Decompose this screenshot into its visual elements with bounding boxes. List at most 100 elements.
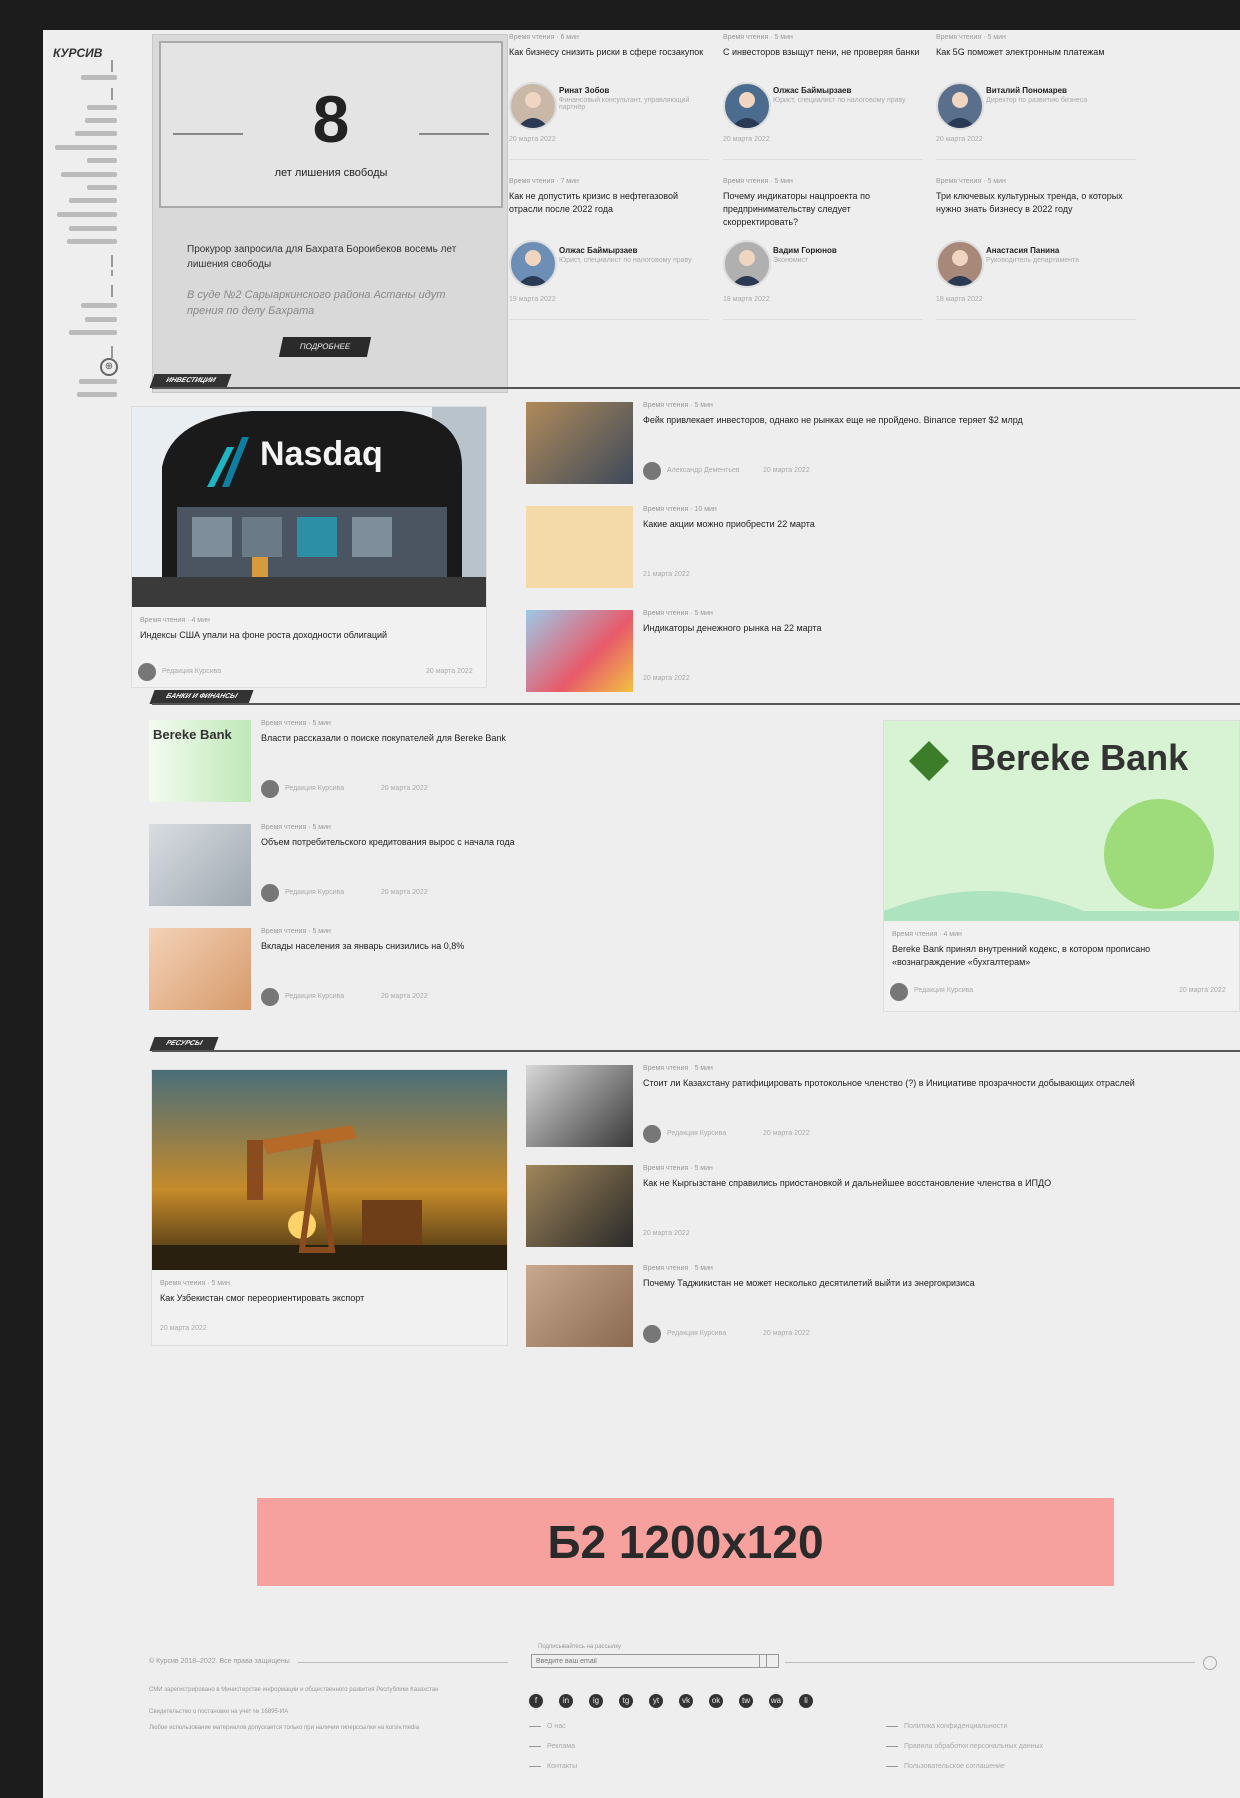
sidebar-item[interactable] [87, 105, 117, 110]
list-item[interactable]: Время чтения · 5 мин Почему Таджикистан … [526, 1265, 1166, 1359]
card-author[interactable]: Редакция Курсива [667, 1130, 726, 1137]
subscribe-button[interactable] [759, 1654, 779, 1668]
sidebar-item[interactable] [77, 392, 117, 397]
card-title[interactable]: Объем потребительского кредитования выро… [261, 836, 759, 849]
card-author[interactable]: Редакция Курсива [667, 1330, 726, 1337]
author-name[interactable]: Виталий Пономарев [986, 86, 1067, 95]
card-author[interactable]: Редакция Курсива [162, 668, 221, 675]
card-title[interactable]: Власти рассказали о поиске покупателей д… [261, 732, 759, 745]
opinion-card[interactable]: Время чтения · 7 мин Как не допустить кр… [509, 178, 709, 320]
sidebar-logo[interactable]: КУРСИВ [53, 46, 102, 60]
card-title[interactable]: Фейк привлекает инвесторов, однако не ры… [643, 414, 1136, 427]
list-item[interactable]: Время чтения · 5 мин Власти рассказали о… [149, 720, 789, 818]
social-icon[interactable]: ok [709, 1694, 723, 1708]
footer-link[interactable]: Контакты [529, 1763, 577, 1770]
list-thumb [526, 506, 633, 588]
list-item[interactable]: Время чтения · 5 мин Фейк привлекает инв… [526, 402, 1166, 500]
sidebar-item[interactable] [87, 158, 117, 163]
card-title[interactable]: Вклады населения за январь снизились на … [261, 940, 759, 953]
sidebar-item[interactable] [69, 198, 117, 203]
sidebar-item[interactable] [81, 75, 117, 80]
card-title[interactable]: Как Узбекистан смог переориентировать эк… [160, 1292, 460, 1305]
social-icon[interactable]: f [529, 1694, 543, 1708]
sidebar-item[interactable] [85, 118, 117, 123]
footer-link[interactable]: Правила обработки персональных данных [886, 1743, 1043, 1750]
card-title[interactable]: Как 5G поможет электронным платежам [936, 46, 1136, 59]
card-title[interactable]: Стоит ли Казахстану ратифицировать прото… [643, 1077, 1136, 1090]
card-title[interactable]: Почему Таджикистан не может несколько де… [643, 1277, 1136, 1290]
promo-subtitle: лет лишения свободы [274, 167, 388, 179]
list-item[interactable]: Время чтения · 5 мин Как не Кыргызстане … [526, 1165, 1166, 1259]
sidebar-item[interactable] [69, 226, 117, 231]
author-name[interactable]: Олжас Баймырзаев [559, 246, 637, 255]
author-name[interactable]: Анастасия Панина [986, 246, 1059, 255]
card-title[interactable]: Bereke Bank принял внутренний кодекс, в … [892, 943, 1212, 969]
social-icon[interactable]: li [799, 1694, 813, 1708]
opinion-card[interactable]: Время чтения · 5 мин Как 5G поможет элек… [936, 34, 1136, 164]
bereke-thumb-text: Bereke Bank [153, 727, 232, 742]
card-title[interactable]: Какие акции можно приобрести 22 марта [643, 518, 1136, 531]
sidebar-item[interactable] [81, 303, 117, 308]
card-title[interactable]: Как бизнесу снизить риски в сфере госзак… [509, 46, 709, 59]
sidebar-item[interactable] [61, 172, 117, 177]
sidebar-item[interactable] [79, 379, 117, 384]
sidebar-item[interactable] [69, 330, 117, 335]
sidebar-item[interactable] [75, 131, 117, 136]
sidebar-item[interactable] [57, 212, 117, 217]
sidebar-item[interactable] [87, 185, 117, 190]
social-icon[interactable]: wa [769, 1694, 783, 1708]
author-avatar [936, 240, 984, 288]
card-title[interactable]: Три ключевых культурных тренда, о которы… [936, 190, 1136, 216]
card-title[interactable]: С инвесторов взыщут пени, не проверяя ба… [723, 46, 923, 59]
social-icon[interactable]: ig [589, 1694, 603, 1708]
opinion-card[interactable]: Время чтения · 6 мин Как бизнесу снизить… [509, 34, 709, 164]
sidebar-item[interactable] [85, 317, 117, 322]
card-title[interactable]: Почему индикаторы нацпроекта по предприн… [723, 190, 923, 229]
list-item[interactable]: Время чтения · 10 мин Какие акции можно … [526, 506, 1166, 604]
list-item[interactable]: Время чтения · 5 мин Стоит ли Казахстану… [526, 1065, 1166, 1159]
ad-banner[interactable]: Б2 1200x120 [257, 1498, 1114, 1586]
list-item[interactable]: Время чтения · 5 мин Объем потребительск… [149, 824, 789, 922]
social-icon[interactable]: tg [619, 1694, 633, 1708]
card-title[interactable]: Индексы США упали на фоне роста доходнос… [140, 629, 440, 642]
card-author[interactable]: Редакция Курсива [285, 785, 344, 792]
subscribe-email-input[interactable] [531, 1654, 767, 1668]
author-name[interactable]: Олжас Баймырзаев [773, 86, 851, 95]
card-author[interactable]: Редакция Курсива [914, 987, 973, 994]
resources-main-card[interactable]: Время чтения · 5 мин Как Узбекистан смог… [151, 1069, 508, 1346]
author-name[interactable]: Вадим Горюнов [773, 246, 837, 255]
globe-icon[interactable]: ⊕ [100, 358, 118, 376]
promo-more-button[interactable]: ПОДРОБНЕЕ [278, 337, 372, 357]
card-title[interactable]: Индикаторы денежного рынка на 22 марта [643, 622, 1136, 635]
promo-block[interactable]: 8 лет лишения свободы Прокурор запросила… [152, 34, 508, 393]
section-tab[interactable]: ИНВЕСТИЦИИ [149, 374, 232, 388]
card-author[interactable]: Александр Дементьев [667, 467, 740, 474]
footer-link[interactable]: О нас [529, 1723, 566, 1730]
sidebar-item[interactable] [67, 239, 117, 244]
banks-feature-card[interactable]: Bereke Bank Время чтения · 4 мин Bereke … [883, 720, 1240, 1012]
opinion-card[interactable]: Время чтения · 5 мин С инвесторов взыщут… [723, 34, 923, 164]
list-item[interactable]: Время чтения · 5 мин Вклады населения за… [149, 928, 789, 1026]
author-avatar [723, 240, 771, 288]
language-icon[interactable] [1203, 1656, 1217, 1670]
card-meta: Время чтения · 5 мин [261, 928, 331, 935]
sidebar-item[interactable] [55, 145, 117, 150]
section-tab[interactable]: БАНКИ И ФИНАНСЫ [149, 690, 254, 704]
footer-link[interactable]: Реклама [529, 1743, 575, 1750]
social-icon[interactable]: yt [649, 1694, 663, 1708]
card-title[interactable]: Как не Кыргызстане справились приостанов… [643, 1177, 1136, 1190]
section-tab[interactable]: РЕСУРСЫ [149, 1037, 219, 1051]
social-icon[interactable]: tw [739, 1694, 753, 1708]
card-author[interactable]: Редакция Курсива [285, 889, 344, 896]
sidebar-divider [111, 346, 113, 358]
social-icon[interactable]: in [559, 1694, 573, 1708]
investments-main-card[interactable]: Nasdaq Время чтения · 4 мин Индексы США … [131, 406, 487, 688]
social-icon[interactable]: vk [679, 1694, 693, 1708]
footer-link[interactable]: Пользовательское соглашение [886, 1763, 1005, 1770]
footer-link[interactable]: Политика конфиденциальности [886, 1723, 1007, 1730]
card-title[interactable]: Как не допустить кризис в нефтегазовой о… [509, 190, 709, 216]
author-name[interactable]: Ринат Зобов [559, 86, 609, 95]
card-author[interactable]: Редакция Курсива [285, 993, 344, 1000]
opinion-card[interactable]: Время чтения · 5 мин Почему индикаторы н… [723, 178, 923, 320]
opinion-card[interactable]: Время чтения · 5 мин Три ключевых культу… [936, 178, 1136, 320]
